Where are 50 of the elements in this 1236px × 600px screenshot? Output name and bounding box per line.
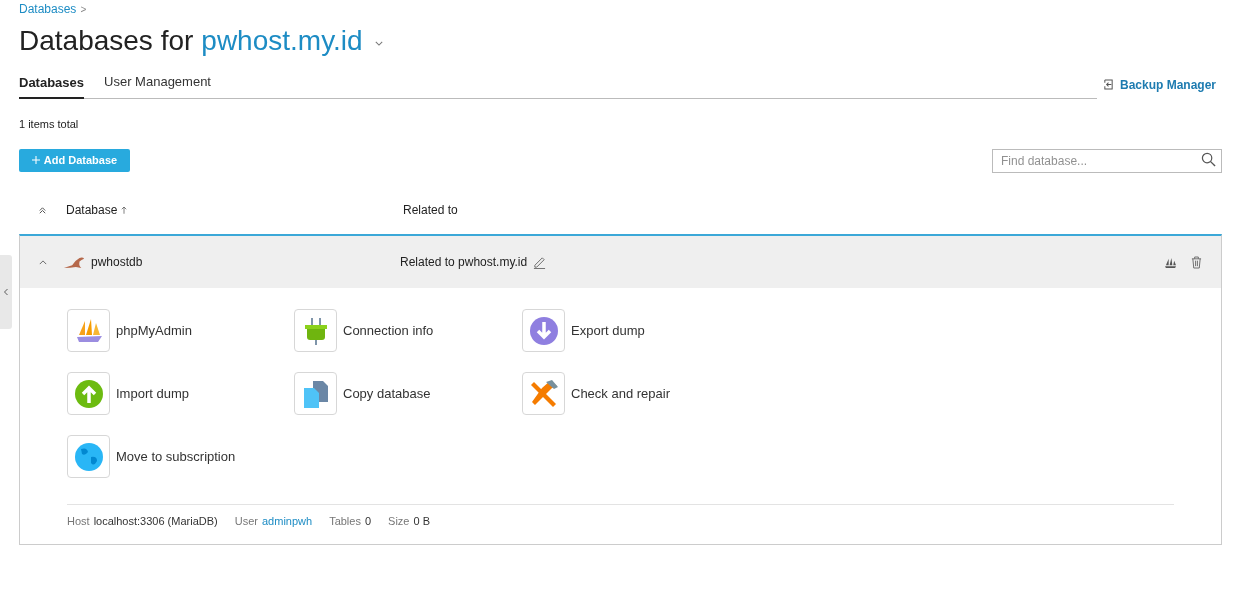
info-label: User (234, 514, 258, 529)
action-link[interactable]: Connection info (343, 320, 434, 341)
action-icon-tile[interactable] (294, 372, 337, 415)
items-total: 1 items total (19, 116, 80, 132)
search-field[interactable]: Find database... (992, 149, 1222, 173)
domain-link[interactable]: pwhost.my.id (201, 20, 363, 62)
page-title: Databases for (19, 24, 194, 58)
action-icon-tile[interactable] (522, 309, 565, 352)
info-value: 0 B (413, 514, 430, 529)
globe-icon (72, 440, 105, 473)
plus-icon (31, 156, 40, 164)
chevron-left-icon (3, 288, 9, 296)
info-label: Size (388, 514, 410, 529)
chevron-down-icon[interactable] (374, 40, 383, 46)
related-to: Related to pwhost.my.id (400, 254, 528, 271)
upload-icon (72, 377, 105, 410)
info-value: localhost:3306 (MariaDB) (93, 514, 218, 529)
pencil-icon[interactable] (533, 255, 547, 269)
info-value: 0 (364, 514, 372, 529)
backup-icon (1102, 79, 1114, 90)
download-icon (527, 314, 560, 347)
column-header[interactable]: Database (66, 201, 118, 219)
sort-arrow-icon (121, 206, 128, 214)
action-link[interactable]: Move to subscription (116, 446, 236, 467)
collapse-all-icon[interactable] (38, 205, 47, 215)
sailboat-icon[interactable] (1164, 256, 1177, 268)
action-link[interactable]: phpMyAdmin (116, 320, 192, 341)
breadcrumb-separator: > (80, 2, 87, 17)
breadcrumb-link[interactable]: Databases (19, 0, 77, 18)
info-label: Host (67, 514, 90, 529)
tab[interactable]: Databases (19, 72, 85, 99)
action-icon-tile[interactable] (67, 435, 110, 478)
action-icon-tile[interactable] (67, 309, 110, 352)
info-label: Tables (329, 514, 361, 529)
search-icon[interactable] (1201, 152, 1216, 167)
action-icon-tile[interactable] (67, 372, 110, 415)
sidebar-toggle[interactable] (0, 255, 12, 329)
column-header[interactable]: Related to (403, 201, 458, 219)
action-link[interactable]: Import dump (116, 383, 189, 404)
action-link[interactable]: Check and repair (571, 383, 670, 404)
database-name[interactable]: pwhostdb (91, 253, 400, 271)
action-link[interactable]: Export dump (571, 320, 645, 341)
action-link[interactable]: Copy database (343, 383, 431, 404)
chevron-up-icon[interactable] (39, 259, 47, 265)
action-icon-tile[interactable] (522, 372, 565, 415)
action-icon-tile[interactable] (294, 309, 337, 352)
user-link[interactable]: adminpwh (262, 513, 313, 530)
tab[interactable]: User Management (104, 72, 211, 98)
trash-icon[interactable] (1191, 255, 1202, 269)
backup-manager-link[interactable]: Backup Manager (1102, 75, 1216, 94)
